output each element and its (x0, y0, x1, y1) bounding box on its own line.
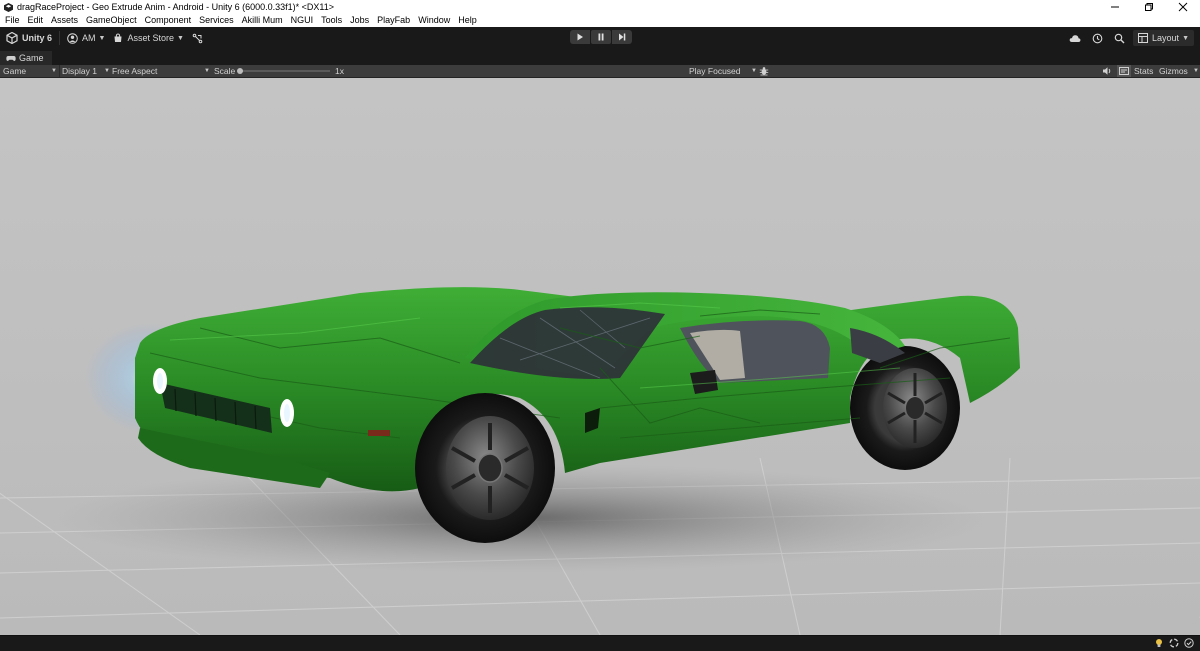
store-icon (114, 33, 122, 42)
game-tab-bar: Game (0, 49, 1200, 65)
minimize-button[interactable] (1098, 0, 1132, 14)
play-icon (577, 33, 583, 41)
search-icon (1114, 33, 1125, 43)
menu-tools[interactable]: Tools (317, 14, 346, 27)
play-mode-dropdown[interactable]: Play Focused ▼ (686, 65, 759, 77)
game-view-controls: Game ▼ Display 1 ▼ Free Aspect ▼ Scale 1… (0, 65, 1200, 78)
main-toolbar: Unity 6 AM ▼ Asset Store ▼ Layout ▼ (0, 27, 1200, 49)
gizmos-label: Gizmos (1159, 66, 1188, 76)
chevron-down-icon: ▼ (751, 68, 757, 74)
layout-label: Layout (1152, 33, 1180, 43)
close-button[interactable] (1166, 0, 1200, 14)
layout-icon (1138, 33, 1149, 43)
headlight-right-core (284, 404, 290, 422)
menu-help[interactable]: Help (454, 14, 481, 27)
window-title-bar: dragRaceProject - Geo Extrude Anim - And… (0, 0, 1200, 14)
scale-slider-handle[interactable] (237, 68, 243, 74)
stats-button[interactable]: Stats (1134, 66, 1153, 76)
unity-app-icon (4, 2, 13, 12)
asset-store-dropdown[interactable]: Asset Store ▼ (109, 29, 187, 47)
bug-icon (759, 67, 769, 76)
account-dropdown[interactable]: AM ▼ (63, 29, 109, 47)
pause-icon (598, 33, 604, 41)
display-label: Display 1 (62, 66, 97, 76)
bug-button[interactable] (759, 66, 769, 78)
toolbar-right-group: Layout ▼ (1067, 29, 1194, 47)
menu-file[interactable]: File (0, 14, 24, 27)
display-dropdown[interactable]: Display 1 ▼ (58, 65, 112, 77)
restore-icon (1145, 3, 1153, 11)
chevron-down-icon: ▼ (1193, 68, 1199, 74)
audio-mute-button[interactable] (1102, 66, 1112, 78)
unity-logo-icon (6, 32, 18, 44)
rear-wheel (850, 346, 960, 470)
menu-playfab[interactable]: PlayFab (373, 14, 414, 27)
game-mode-dropdown[interactable]: Game ▼ (0, 65, 60, 77)
game-tab-label: Game (19, 53, 44, 63)
menu-akilli-mum[interactable]: Akilli Mum (238, 14, 287, 27)
chevron-down-icon: ▼ (98, 34, 106, 42)
menu-edit[interactable]: Edit (24, 14, 48, 27)
cloud-icon (1069, 34, 1081, 42)
scene-render (0, 78, 1200, 635)
minimize-icon (1111, 6, 1119, 8)
turn-signal (368, 430, 390, 436)
menu-gameobject[interactable]: GameObject (82, 14, 141, 27)
game-viewport[interactable] (0, 78, 1200, 635)
play-button[interactable] (570, 30, 590, 44)
menu-component[interactable]: Component (141, 14, 196, 27)
chevron-down-icon: ▼ (1182, 34, 1189, 42)
scale-slider-track[interactable] (240, 70, 330, 72)
headlight-left-core (157, 373, 163, 389)
pause-button[interactable] (591, 30, 611, 44)
menu-assets[interactable]: Assets (47, 14, 82, 27)
branch-icon (192, 33, 203, 43)
toolbar-separator (59, 31, 61, 45)
close-icon (1178, 2, 1188, 12)
step-icon (619, 33, 626, 41)
cloud-button[interactable] (1067, 30, 1083, 46)
stats-icon (1119, 67, 1129, 75)
unity-home-button[interactable]: Unity 6 (2, 29, 56, 47)
menu-bar: File Edit Assets GameObject Component Se… (0, 14, 1200, 27)
menu-window[interactable]: Window (414, 14, 454, 27)
car-side-mirror (690, 370, 718, 394)
chevron-down-icon: ▼ (204, 68, 210, 74)
window-title: dragRaceProject - Geo Extrude Anim - And… (17, 2, 334, 12)
unity-version-label: Unity 6 (22, 33, 53, 43)
front-wheel (415, 393, 555, 543)
search-button[interactable] (1111, 30, 1127, 46)
tab-game[interactable]: Game (0, 51, 52, 65)
play-controls (570, 30, 632, 44)
status-bar (0, 635, 1200, 651)
asset-store-label: Asset Store (127, 33, 174, 43)
menu-ngui[interactable]: NGUI (287, 14, 318, 27)
gizmos-dropdown[interactable]: Gizmos ▼ (1157, 65, 1200, 77)
version-control-button[interactable] (188, 29, 207, 47)
chevron-down-icon: ▼ (51, 68, 57, 74)
aspect-label: Free Aspect (112, 66, 158, 76)
layout-dropdown[interactable]: Layout ▼ (1133, 30, 1194, 46)
game-mode-label: Game (3, 66, 27, 76)
chevron-down-icon: ▼ (176, 34, 184, 42)
scale-label: Scale (214, 66, 236, 76)
history-button[interactable] (1089, 30, 1105, 46)
gamepad-icon (6, 55, 16, 61)
aspect-dropdown[interactable]: Free Aspect ▼ (109, 65, 212, 77)
step-button[interactable] (612, 30, 632, 44)
scale-value: 1x (335, 66, 344, 76)
play-mode-label: Play Focused (689, 66, 741, 76)
account-label: AM (82, 33, 96, 43)
menu-jobs[interactable]: Jobs (346, 14, 373, 27)
account-icon (67, 32, 78, 44)
spinner-icon (1169, 638, 1179, 648)
check-circle-icon[interactable] (1184, 638, 1194, 648)
lightbulb-icon[interactable] (1154, 638, 1164, 648)
menu-services[interactable]: Services (195, 14, 238, 27)
speaker-icon (1103, 67, 1111, 75)
history-icon (1092, 33, 1102, 43)
stats-toggle-button[interactable] (1117, 65, 1131, 77)
restore-button[interactable] (1132, 0, 1166, 14)
